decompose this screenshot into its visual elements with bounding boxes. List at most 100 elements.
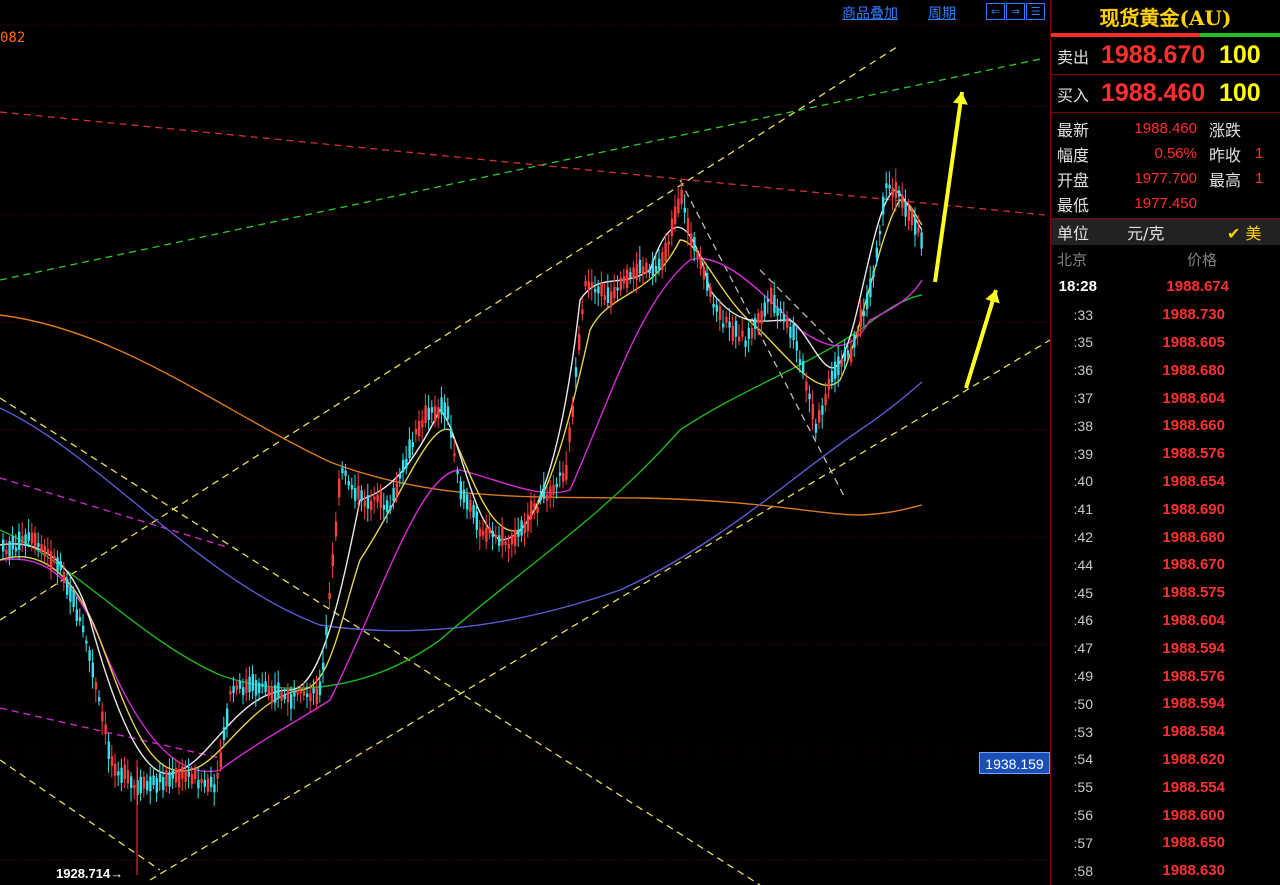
candle-body: [197, 779, 200, 789]
candle-body: [629, 272, 632, 279]
candle-body: [888, 184, 891, 189]
candle-body: [802, 360, 805, 374]
candle-body: [651, 260, 654, 276]
arrow-left-icon[interactable]: ⇐: [986, 3, 1005, 20]
tick-time: :33: [1073, 306, 1093, 323]
trendline: [679, 179, 846, 499]
tick-time: :47: [1073, 640, 1093, 657]
tick-price: 1988.690: [1162, 500, 1225, 518]
candle-body: [674, 206, 677, 225]
candle-body: [597, 286, 600, 294]
tick-time: :58: [1073, 862, 1093, 879]
stat-key: 最低: [1057, 195, 1090, 215]
candle-body: [462, 489, 466, 503]
sell-row[interactable]: 卖出 1988.670 100: [1051, 37, 1280, 75]
tick-row: :50 1988.594: [1051, 690, 1280, 718]
candle-body: [824, 393, 827, 406]
stat-value: 0.56%: [1154, 145, 1197, 162]
candle-body: [270, 686, 274, 703]
candles: [2, 168, 923, 875]
candle-body: [53, 555, 56, 560]
candle-body: [418, 421, 421, 437]
candle-body: [322, 662, 325, 670]
sell-volume: 100: [1219, 41, 1261, 69]
candle-body: [853, 334, 856, 348]
candle-body: [622, 276, 626, 284]
overlay-button[interactable]: 商品叠加: [842, 3, 898, 23]
candle-body: [546, 494, 549, 501]
candle-body: [837, 356, 840, 376]
candle-body: [594, 289, 597, 293]
candle-body: [168, 772, 171, 787]
tick-price: 1988.575: [1162, 584, 1225, 602]
moving-average-line: [0, 257, 923, 773]
tick-time: :57: [1073, 834, 1093, 851]
tick-time: :44: [1073, 556, 1093, 573]
tick-price: 1988.650: [1162, 834, 1225, 852]
candle-body: [843, 349, 846, 362]
arrow-right-icon[interactable]: ⇒: [1006, 3, 1025, 20]
candle-body: [696, 253, 699, 258]
tick-price: 1988.594: [1162, 639, 1225, 657]
candle-body: [24, 534, 27, 547]
candle-body: [533, 503, 536, 508]
candle-body: [542, 484, 546, 499]
tick-time: :42: [1073, 529, 1093, 546]
candle-body: [344, 470, 347, 476]
tick-row: :39 1988.576: [1051, 440, 1280, 468]
candle-body: [738, 336, 741, 342]
candle-body: [821, 405, 824, 415]
candle-body: [379, 490, 382, 509]
candle-body: [139, 776, 142, 794]
candle-body: [731, 325, 734, 341]
period-button[interactable]: 周期: [928, 3, 956, 23]
stat-key: 幅度: [1057, 145, 1090, 165]
candle-body: [517, 530, 520, 537]
stat-key: 涨跌: [1209, 120, 1242, 140]
tick-price: 1988.660: [1162, 417, 1225, 435]
quote-panel: 现货黄金(AU) 卖出 1988.670 100 买入 1988.460 100…: [1050, 0, 1280, 885]
tick-time: :49: [1073, 668, 1093, 685]
candle-body: [910, 210, 914, 226]
candle-body: [203, 779, 206, 787]
candle-body: [578, 334, 581, 351]
candle-body: [200, 778, 203, 783]
annotation-arrow-shaft: [964, 289, 998, 389]
candle-body: [210, 776, 213, 788]
buy-row[interactable]: 买入 1988.460 100: [1051, 75, 1280, 113]
menu-icon[interactable]: ☰: [1026, 3, 1045, 20]
tick-row: :55 1988.554: [1051, 773, 1280, 801]
candle-body: [658, 258, 661, 270]
candle-body: [536, 507, 539, 514]
tick-price: 1988.630: [1162, 862, 1225, 880]
sell-label: 卖出: [1057, 47, 1090, 67]
currency-checkbox[interactable]: ✔ 美: [1227, 220, 1262, 244]
candle-body: [424, 405, 427, 424]
candle-body: [616, 287, 619, 291]
stat-key: 昨收: [1209, 145, 1242, 165]
tick-time: :38: [1073, 417, 1093, 434]
candle-body: [261, 683, 264, 687]
candle-body: [88, 650, 91, 661]
candle-body: [834, 361, 837, 379]
buy-label: 买入: [1057, 85, 1090, 105]
candle-body: [786, 318, 789, 328]
candle-body: [779, 308, 782, 313]
candle-body: [5, 549, 8, 555]
chart-canvas[interactable]: [0, 0, 1050, 885]
tick-list[interactable]: 18:28 1988.674:33 1988.730:35 1988.605:36 19…: [1051, 273, 1280, 885]
unit-bar[interactable]: 单位 元/克 ✔ 美: [1051, 219, 1280, 245]
candle-body: [750, 327, 754, 339]
tick-list-header: 北京 价格: [1051, 245, 1280, 273]
candle-body: [392, 487, 395, 501]
stat-value: 1977.450: [1134, 195, 1197, 212]
candle-body: [110, 756, 114, 766]
candle-body: [283, 694, 286, 700]
tick-time: :40: [1073, 473, 1093, 490]
candlestick-chart[interactable]: 082 商品叠加 周期 ⇐ ⇒ ☰ 1938.159 1928.714→: [0, 0, 1050, 885]
candle-body: [472, 504, 475, 518]
candle-body: [46, 549, 50, 555]
candle-body: [664, 242, 667, 262]
candle-body: [632, 267, 635, 279]
tick-row: :45 1988.575: [1051, 579, 1280, 607]
